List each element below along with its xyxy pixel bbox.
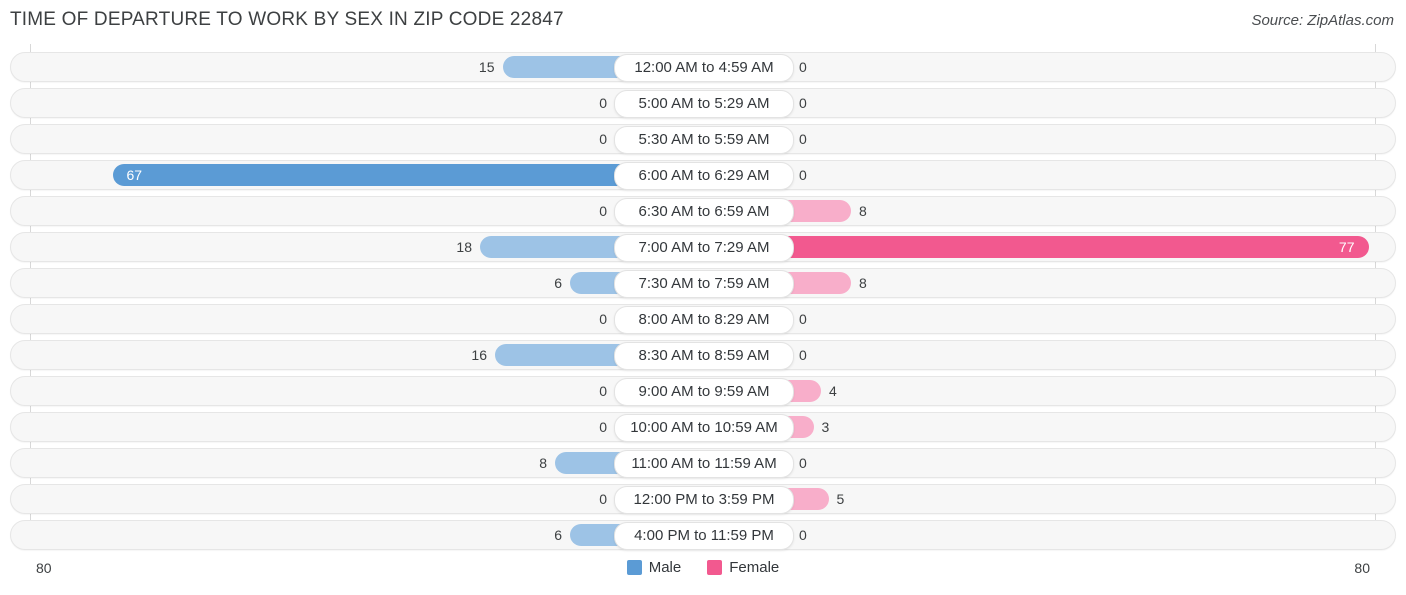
legend-swatch-female-icon	[707, 560, 723, 575]
table-row[interactable]: 6 8 7:30 AM to 7:59 AM	[10, 268, 1396, 298]
table-row[interactable]: 6 0 4:00 PM to 11:59 PM	[10, 520, 1396, 550]
category-label-pill: 5:00 AM to 5:29 AM	[614, 90, 794, 118]
value-label-female: 3	[821, 419, 830, 435]
page-title: TIME OF DEPARTURE TO WORK BY SEX IN ZIP …	[10, 9, 564, 30]
category-label-pill: 12:00 PM to 3:59 PM	[614, 486, 794, 514]
table-row[interactable]: 0 0 5:30 AM to 5:59 AM	[10, 124, 1396, 154]
chart-header: TIME OF DEPARTURE TO WORK BY SEX IN ZIP …	[0, 0, 1406, 44]
legend-label-female: Female	[729, 559, 780, 576]
value-label-female: 5	[836, 491, 845, 507]
value-label-male: 6	[554, 275, 562, 291]
table-row[interactable]: 67 0 6:00 AM to 6:29 AM	[10, 160, 1396, 190]
category-label-pill: 11:00 AM to 11:59 AM	[614, 450, 794, 478]
category-label-pill: 5:30 AM to 5:59 AM	[614, 126, 794, 154]
legend-swatch-male-icon	[626, 560, 642, 575]
value-label-female: 0	[799, 131, 807, 147]
value-label-male: 16	[471, 347, 487, 363]
table-row[interactable]: 0 0 8:00 AM to 8:29 AM	[10, 304, 1396, 334]
category-label-pill: 8:00 AM to 8:29 AM	[614, 306, 794, 334]
category-label-pill: 7:00 AM to 7:29 AM	[614, 234, 794, 262]
value-label-female: 8	[859, 275, 867, 291]
table-row[interactable]: 18 77 7:00 AM to 7:29 AM	[10, 232, 1396, 262]
chart-footer: 80 80 Male Female	[0, 549, 1406, 595]
table-row[interactable]: 15 0 12:00 AM to 4:59 AM	[10, 52, 1396, 82]
value-label-female: 0	[799, 347, 807, 363]
category-label-pill: 9:00 AM to 9:59 AM	[614, 378, 794, 406]
legend-item-male[interactable]: Male	[626, 559, 682, 576]
value-label-female: 0	[799, 167, 807, 183]
table-row[interactable]: 0 3 10:00 AM to 10:59 AM	[10, 412, 1396, 442]
table-row[interactable]: 0 8 6:30 AM to 6:59 AM	[10, 196, 1396, 226]
category-label-pill: 8:30 AM to 8:59 AM	[614, 342, 794, 370]
category-label-pill: 10:00 AM to 10:59 AM	[614, 414, 794, 442]
bar-female[interactable]	[703, 236, 1369, 258]
value-label-male: 0	[599, 311, 607, 327]
category-label-pill: 6:00 AM to 6:29 AM	[614, 162, 794, 190]
table-row[interactable]: 0 0 5:00 AM to 5:29 AM	[10, 88, 1396, 118]
value-label-male: 0	[599, 203, 607, 219]
value-label-male: 15	[478, 59, 495, 75]
chart-plot-area: 15 0 12:00 AM to 4:59 AM 0 0 5:00 AM to 5:29 …	[0, 44, 1406, 550]
value-label-female: 0	[799, 59, 807, 75]
value-label-male: 0	[599, 95, 607, 111]
source-attribution: Source: ZipAtlas.com	[1251, 12, 1394, 29]
value-label-male: 0	[599, 491, 607, 507]
value-label-female: 77	[1338, 239, 1355, 255]
value-label-female: 0	[799, 311, 807, 327]
legend-item-female[interactable]: Female	[707, 559, 779, 576]
legend-label-male: Male	[648, 559, 682, 576]
chart-legend: Male Female	[0, 559, 1406, 576]
value-label-female: 0	[799, 95, 807, 111]
value-label-male: 8	[539, 455, 547, 471]
value-label-female: 0	[799, 455, 807, 471]
category-label-pill: 7:30 AM to 7:59 AM	[614, 270, 794, 298]
value-label-male: 18	[456, 239, 472, 255]
table-row[interactable]: 8 0 11:00 AM to 11:59 AM	[10, 448, 1396, 478]
value-label-male: 0	[599, 131, 607, 147]
table-row[interactable]: 0 5 12:00 PM to 3:59 PM	[10, 484, 1396, 514]
value-label-male: 67	[126, 167, 143, 183]
value-label-male: 0	[599, 419, 607, 435]
table-row[interactable]: 16 0 8:30 AM to 8:59 AM	[10, 340, 1396, 370]
value-label-female: 0	[799, 527, 807, 543]
value-label-female: 4	[829, 383, 837, 399]
table-row[interactable]: 0 4 9:00 AM to 9:59 AM	[10, 376, 1396, 406]
category-label-pill: 4:00 PM to 11:59 PM	[614, 522, 794, 550]
category-label-pill: 6:30 AM to 6:59 AM	[614, 198, 794, 226]
value-label-male: 6	[554, 527, 562, 543]
value-label-male: 0	[599, 383, 607, 399]
category-label-pill: 12:00 AM to 4:59 AM	[614, 54, 794, 82]
value-label-female: 8	[859, 203, 867, 219]
